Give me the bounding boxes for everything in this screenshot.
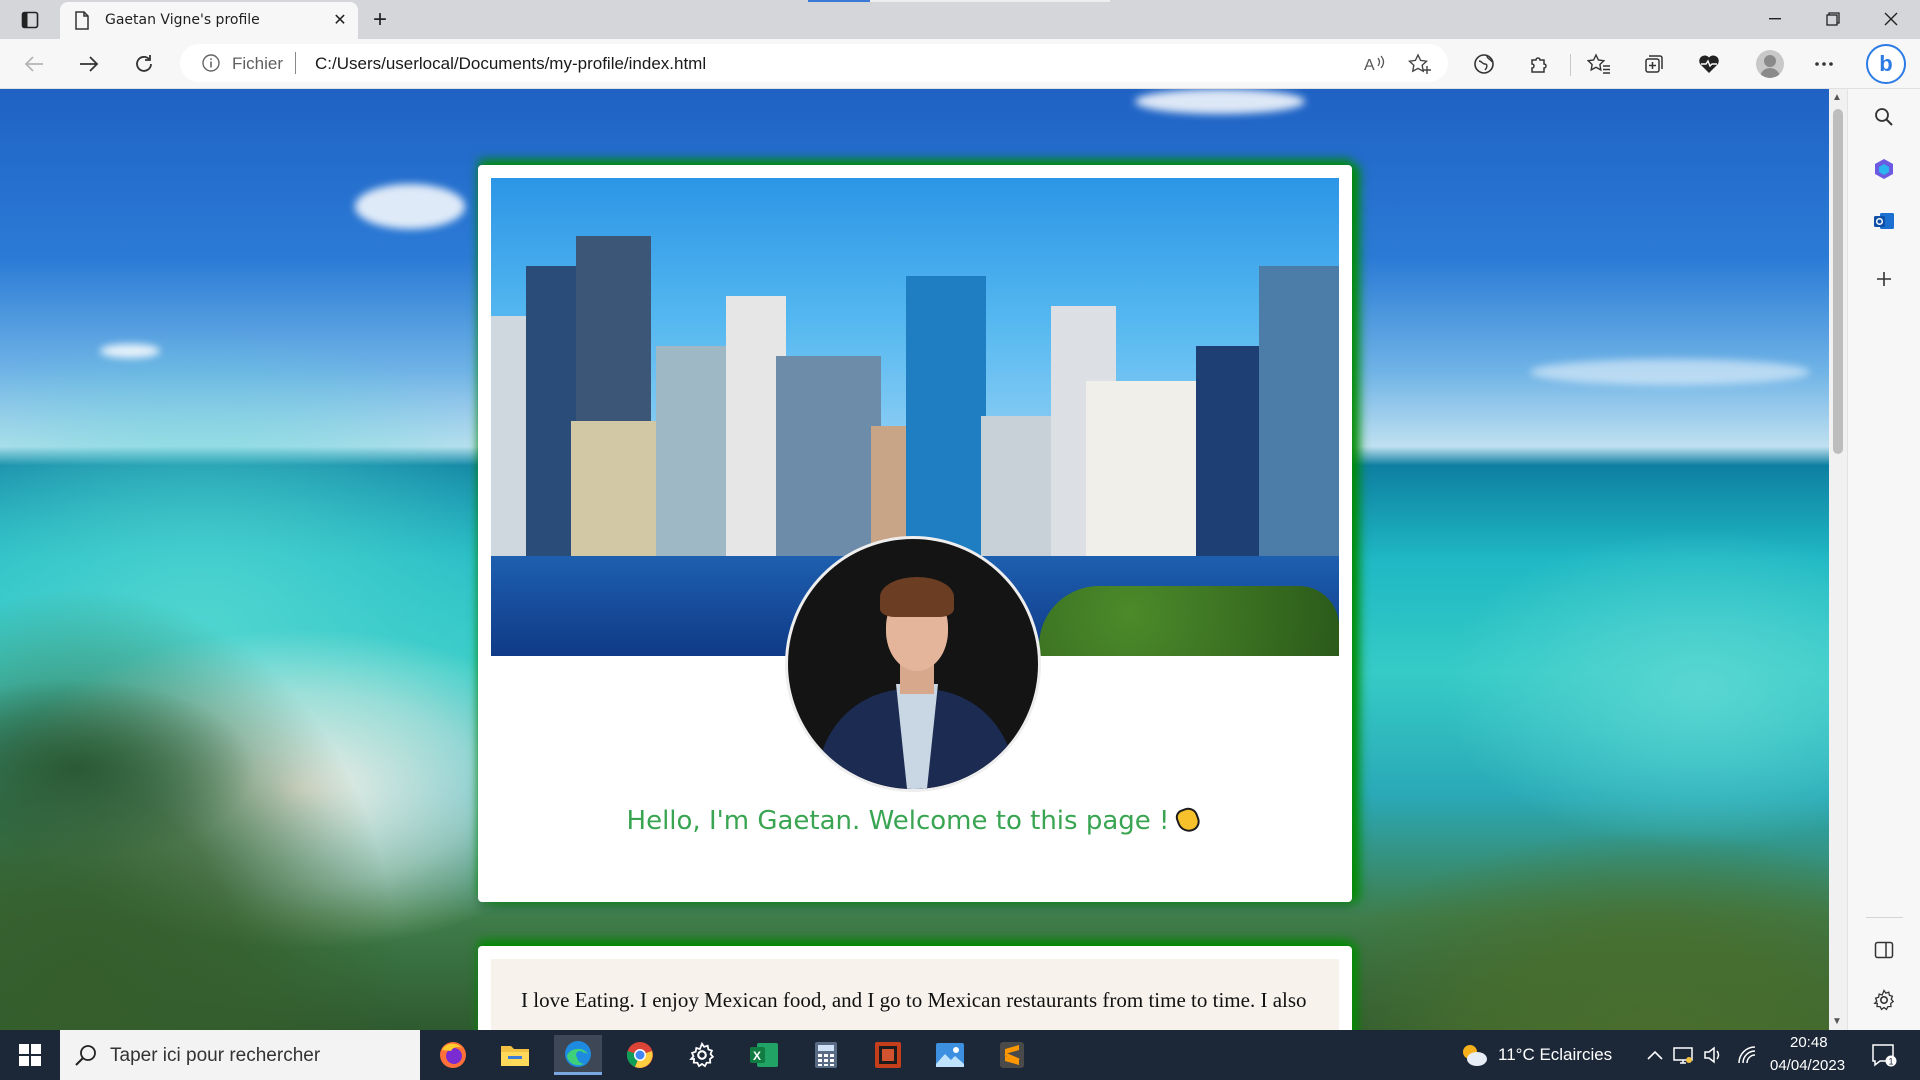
weather-text[interactable]: 11°C Eclaircies (1498, 1045, 1612, 1065)
clock-time[interactable]: 20:48 (1790, 1034, 1828, 1051)
address-bar[interactable]: Fichier C:/Users/userlocal/Documents/my-… (180, 44, 1448, 82)
read-aloud-icon[interactable]: A (1363, 52, 1387, 76)
background-cloud (1530, 359, 1810, 385)
close-tab-icon[interactable]: ✕ (330, 10, 350, 30)
browser-toolbar: Fichier C:/Users/userlocal/Documents/my-… (0, 39, 1920, 89)
photos-app-icon[interactable] (926, 1035, 974, 1075)
background-cloud (355, 184, 465, 229)
svg-text:X: X (753, 1049, 761, 1063)
sidebar-search-icon[interactable] (1871, 104, 1897, 130)
minimize-button[interactable] (1752, 6, 1798, 32)
foreground-trees (1039, 586, 1339, 656)
document-icon (75, 11, 89, 30)
bing-chat-icon[interactable]: b (1866, 44, 1906, 84)
close-window-button[interactable] (1868, 6, 1914, 32)
address-separator (295, 52, 296, 74)
sidebar-settings-icon[interactable] (1871, 987, 1897, 1013)
more-options-icon[interactable] (1811, 51, 1837, 77)
scroll-down-arrow-icon[interactable]: ▼ (1832, 1016, 1842, 1027)
sidebar-outlook-icon[interactable] (1871, 208, 1897, 234)
new-tab-button[interactable]: + (366, 6, 394, 34)
powerpoint-app-icon[interactable] (864, 1035, 912, 1075)
background-cloud (1135, 89, 1305, 114)
excel-app-icon[interactable]: X (740, 1035, 788, 1075)
weather-icon[interactable] (1458, 1040, 1490, 1070)
sidebar-discover-icon[interactable] (1871, 156, 1897, 182)
page-viewport: Hello, I'm Gaetan. Welcome to this page … (0, 89, 1829, 1030)
show-hidden-icons-icon[interactable] (1644, 1044, 1666, 1066)
sidebar-toggle-icon[interactable] (1871, 937, 1897, 963)
bio-paragraph: I love Eating. I enjoy Mexican food, and… (521, 988, 1307, 1012)
waving-hand-icon (1173, 804, 1203, 836)
sublime-text-app-icon[interactable] (988, 1035, 1036, 1075)
notifications-icon[interactable]: 1 (1870, 1044, 1898, 1067)
forward-button[interactable] (73, 49, 105, 79)
profile-card: Hello, I'm Gaetan. Welcome to this page … (478, 165, 1352, 902)
sidebar-divider (1866, 917, 1903, 918)
volume-icon[interactable] (1702, 1044, 1724, 1066)
background-cloud (100, 344, 160, 358)
profile-photo (785, 536, 1041, 792)
address-scheme: Fichier (232, 54, 284, 73)
calculator-app-icon[interactable] (802, 1035, 850, 1075)
svg-text:A: A (1364, 57, 1375, 74)
address-url[interactable]: C:/Users/userlocal/Documents/my-profile/… (315, 54, 706, 74)
taskbar-search-placeholder: Taper ici pour rechercher (110, 1045, 321, 1066)
refresh-button[interactable] (128, 49, 160, 79)
welcome-text: Hello, I'm Gaetan. Welcome to this page … (626, 806, 1170, 836)
page-scrollbar[interactable]: ▲ ▼ (1829, 89, 1847, 1030)
windows-taskbar: Taper ici pour rechercher X 11°C Eclairc… (0, 1030, 1920, 1080)
notification-count: 1 (1889, 1057, 1894, 1067)
scroll-up-arrow-icon[interactable]: ▲ (1832, 92, 1842, 103)
add-favorite-icon[interactable] (1408, 52, 1432, 76)
welcome-heading: Hello, I'm Gaetan. Welcome to this page … (478, 804, 1352, 836)
tab-actions-icon[interactable] (14, 8, 46, 32)
collections-icon[interactable] (1641, 51, 1667, 77)
info-icon[interactable] (202, 54, 220, 72)
browser-essentials-icon[interactable] (1471, 51, 1497, 77)
about-card: I love Eating. I enjoy Mexican food, and… (478, 946, 1352, 1030)
wifi-icon[interactable] (1736, 1044, 1758, 1066)
edge-app-icon[interactable] (554, 1035, 602, 1075)
tab-title: Gaetan Vigne's profile (105, 12, 260, 28)
chrome-app-icon[interactable] (616, 1035, 664, 1075)
back-button[interactable] (18, 49, 50, 79)
tab-bar: Gaetan Vigne's profile ✕ + (0, 0, 1920, 39)
about-panel: I love Eating. I enjoy Mexican food, and… (491, 959, 1339, 1030)
taskbar-search-box[interactable]: Taper ici pour rechercher (60, 1030, 420, 1080)
clock-date[interactable]: 04/04/2023 (1770, 1057, 1845, 1074)
extensions-icon[interactable] (1526, 51, 1552, 77)
browser-health-icon[interactable] (1696, 51, 1722, 77)
file-explorer-app-icon[interactable] (491, 1035, 539, 1075)
restore-button[interactable] (1810, 6, 1856, 32)
search-icon (75, 1045, 96, 1066)
toolbar-divider (1570, 54, 1571, 76)
sidebar-add-icon[interactable] (1871, 266, 1897, 292)
scrollbar-thumb[interactable] (1833, 109, 1843, 454)
firefox-app-icon[interactable] (429, 1035, 477, 1075)
tab-active[interactable]: Gaetan Vigne's profile ✕ (60, 2, 358, 39)
profile-avatar[interactable] (1756, 50, 1784, 78)
favorites-icon[interactable] (1586, 51, 1612, 77)
start-button[interactable] (12, 1042, 48, 1068)
tab-strip-indicator-active (808, 0, 870, 2)
settings-app-icon[interactable] (678, 1035, 726, 1075)
network-icon[interactable] (1672, 1044, 1694, 1066)
edge-sidebar (1847, 89, 1920, 1030)
